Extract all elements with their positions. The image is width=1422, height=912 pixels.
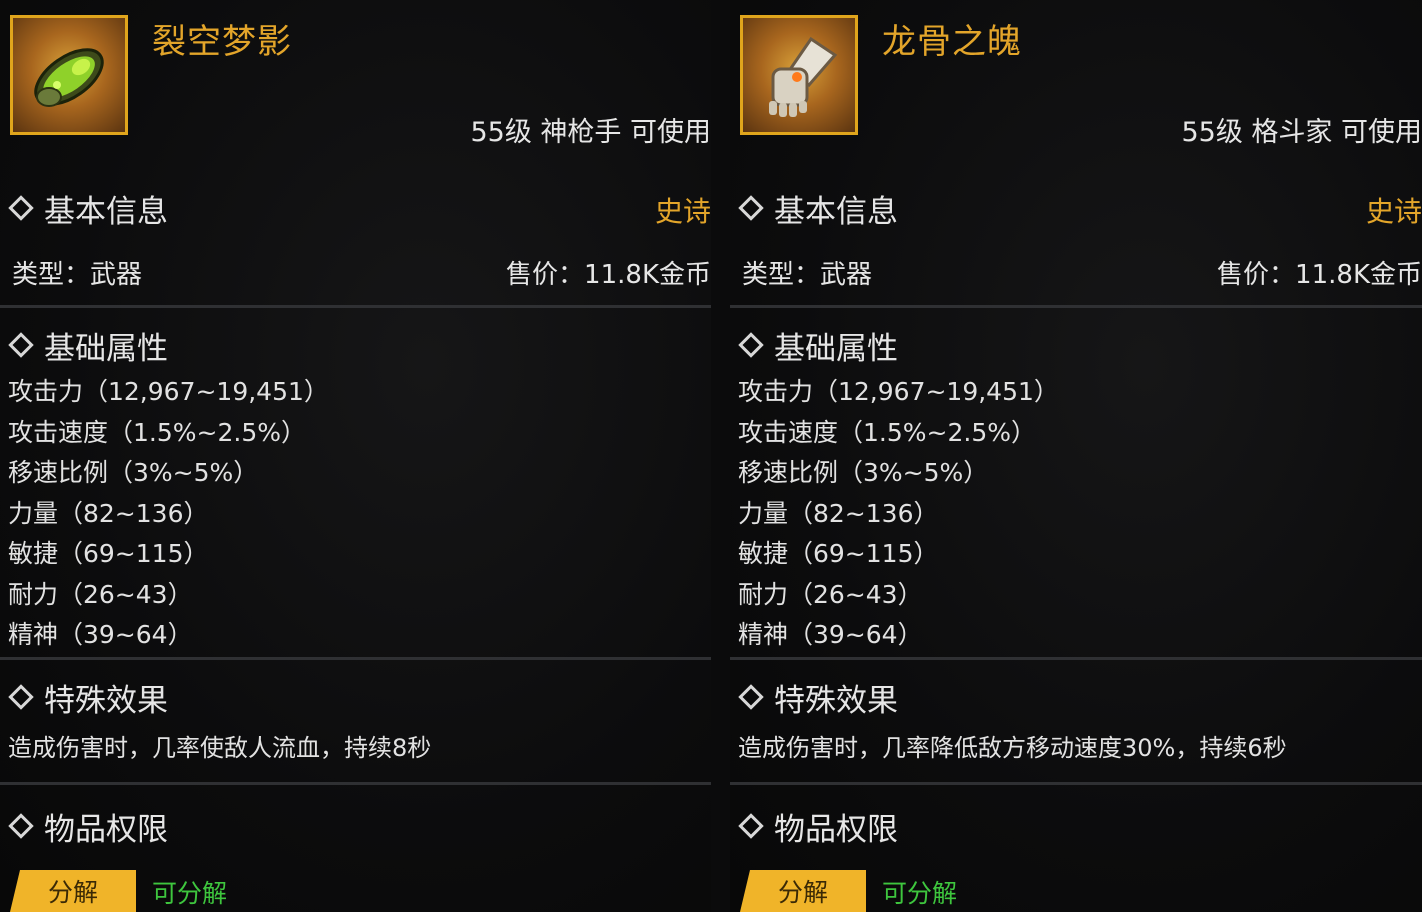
- item-tooltip-panel: 裂空梦影 55级 神枪手 可使用 基本信息 史诗 类型：武器 售价：11.8K金…: [0, 0, 711, 912]
- attribute-row: 耐力（26~43）: [8, 579, 193, 609]
- diamond-icon: [8, 813, 34, 839]
- dismantle-status: 可分解: [882, 879, 958, 908]
- attribute-row: 攻击速度（1.5%~2.5%）: [738, 417, 1036, 447]
- attribute-row: 敏捷（69~115）: [738, 539, 939, 568]
- section-base-attributes: 基础属性: [8, 325, 168, 367]
- diamond-icon: [8, 195, 34, 221]
- diamond-icon: [8, 684, 34, 710]
- section-special-effect: 特殊效果: [738, 677, 898, 719]
- divider: [0, 305, 711, 308]
- item-name: 龙骨之魄: [882, 22, 1022, 62]
- attribute-row: 攻击力（12,967~19,451）: [8, 377, 329, 406]
- attribute-row: 力量（82~136）: [738, 498, 939, 528]
- attribute-row: 耐力（26~43）: [738, 579, 923, 609]
- section-item-permission: 物品权限: [738, 806, 898, 848]
- attribute-row: 移速比例（3%~5%）: [738, 458, 989, 487]
- rarity-label: 史诗: [654, 195, 711, 228]
- section-base-attributes: 基础属性: [738, 325, 898, 367]
- divider: [730, 657, 1422, 660]
- section-title: 基础属性: [44, 330, 168, 367]
- diamond-icon: [8, 332, 34, 358]
- attribute-row: 敏捷（69~115）: [8, 539, 209, 568]
- item-icon-frame: [10, 15, 128, 135]
- section-special-effect: 特殊效果: [8, 677, 168, 719]
- attribute-row: 攻击速度（1.5%~2.5%）: [8, 417, 306, 447]
- divider: [0, 782, 711, 785]
- dismantle-button[interactable]: 分解: [10, 870, 136, 912]
- dismantle-status: 可分解: [152, 879, 228, 908]
- item-icon-frame: [740, 15, 858, 135]
- attribute-row: 攻击力（12,967~19,451）: [738, 377, 1059, 406]
- rarity-label: 史诗: [1365, 195, 1422, 228]
- special-effect-text: 造成伤害时，几率降低敌方移动速度30%，持续6秒: [738, 734, 1287, 762]
- attribute-row: 精神（39~64）: [8, 620, 193, 649]
- item-tooltip-panel: 龙骨之魄 55级 格斗家 可使用 基本信息 史诗 类型：武器 售价：11.8K金…: [730, 0, 1422, 912]
- section-title: 基本信息: [44, 193, 168, 230]
- section-title: 特殊效果: [774, 682, 898, 719]
- divider: [730, 782, 1422, 785]
- item-price: 售价：11.8K金币: [1217, 260, 1422, 290]
- diamond-icon: [738, 195, 764, 221]
- class-requirement: 55级 神枪手 可使用: [470, 117, 711, 148]
- diamond-icon: [738, 684, 764, 710]
- section-basic-info: 基本信息: [8, 188, 168, 230]
- section-title: 特殊效果: [44, 682, 168, 719]
- gauntlet-green-icon: [34, 48, 104, 107]
- class-requirement: 55级 格斗家 可使用: [1181, 117, 1422, 148]
- attribute-row: 力量（82~136）: [8, 498, 209, 528]
- section-title: 物品权限: [44, 811, 168, 848]
- section-title: 基础属性: [774, 330, 898, 367]
- section-title: 基本信息: [774, 193, 898, 230]
- divider: [0, 657, 711, 660]
- section-item-permission: 物品权限: [8, 806, 168, 848]
- item-price: 售价：11.8K金币: [506, 260, 711, 290]
- item-type: 类型：武器: [742, 260, 873, 290]
- attribute-list: 攻击力（12,967~19,451） 攻击速度（1.5%~2.5%） 移速比例（…: [738, 372, 1059, 656]
- item-type: 类型：武器: [12, 260, 143, 290]
- section-basic-info: 基本信息: [738, 188, 898, 230]
- diamond-icon: [738, 332, 764, 358]
- dismantle-button[interactable]: 分解: [740, 870, 866, 912]
- gauntlet-bone-icon: [769, 36, 838, 117]
- attribute-row: 移速比例（3%~5%）: [8, 458, 259, 487]
- section-title: 物品权限: [774, 811, 898, 848]
- diamond-icon: [738, 813, 764, 839]
- divider: [730, 305, 1422, 308]
- special-effect-text: 造成伤害时，几率使敌人流血，持续8秒: [8, 734, 432, 762]
- attribute-list: 攻击力（12,967~19,451） 攻击速度（1.5%~2.5%） 移速比例（…: [8, 372, 329, 656]
- attribute-row: 精神（39~64）: [738, 620, 923, 649]
- item-name: 裂空梦影: [152, 22, 292, 62]
